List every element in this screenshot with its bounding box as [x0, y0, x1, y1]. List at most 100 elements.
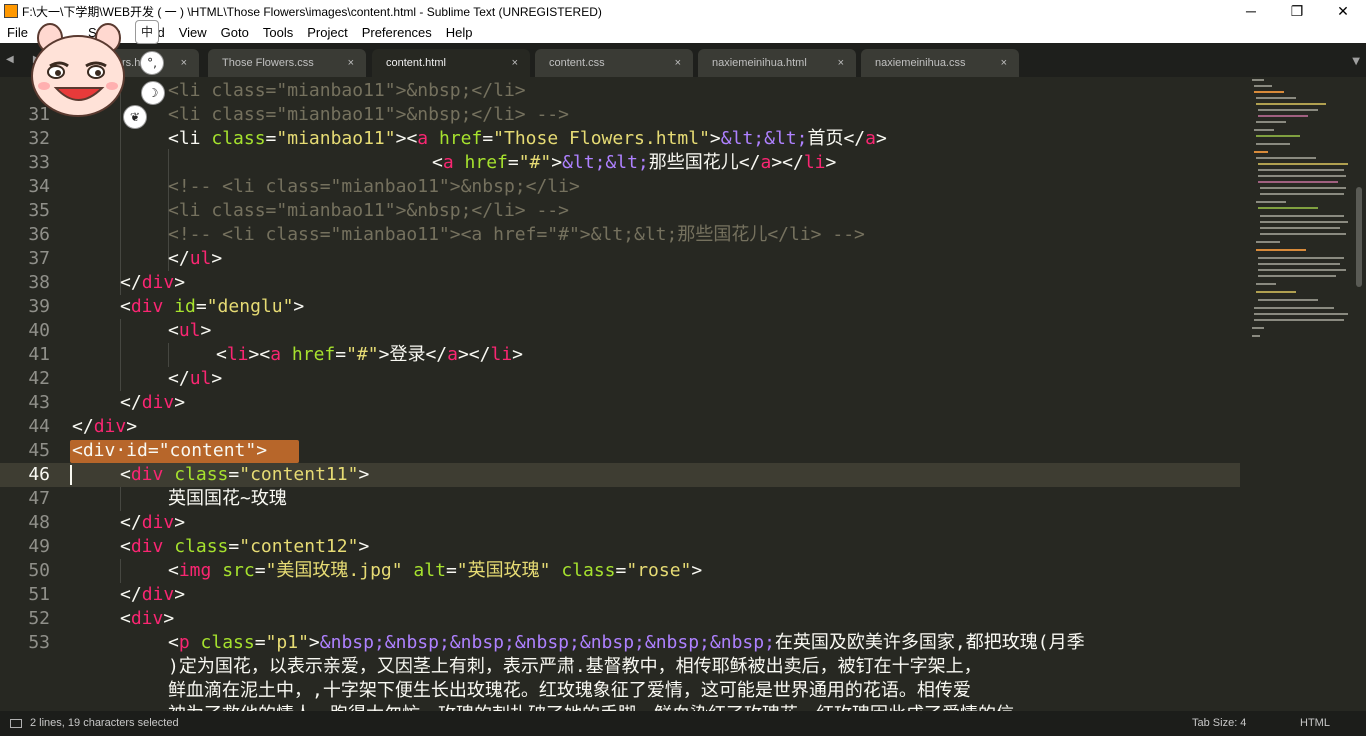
code-line: </div>: [120, 512, 186, 533]
code-line: </div>: [120, 392, 186, 413]
indent-guide: [120, 487, 121, 511]
tab-nav-left-icon[interactable]: ◀: [6, 54, 22, 65]
tab-size-indicator[interactable]: Tab Size: 4: [1192, 717, 1246, 729]
line-number: 43: [28, 392, 50, 413]
menu-tools[interactable]: Tools: [256, 25, 300, 40]
line-number: 35: [28, 200, 50, 221]
tab-those-flowers-css[interactable]: Those Flowers.css ×: [208, 49, 366, 77]
indent-guide: [168, 343, 169, 367]
tab-naxiemeinihua-css[interactable]: naxiemeinihua.css ×: [861, 49, 1019, 77]
code-line: <ul>: [168, 320, 212, 341]
line-number: 47: [28, 488, 50, 509]
code-line: <li><a href="#">登录</a></li>: [216, 344, 524, 365]
line-number: 44: [28, 416, 50, 437]
code-line: <div>: [120, 608, 175, 629]
line-number: 52: [28, 608, 50, 629]
tab-label: naxiemeinihua.css: [875, 57, 966, 69]
line-number: 51: [28, 584, 50, 605]
line-number-gutter: 3 31 32 33 34 35 36 37 38 39 40 41 42 43…: [0, 77, 56, 711]
line-number: 38: [28, 272, 50, 293]
code-line-wrapped: 鲜血滴在泥土中，,十字架下便生长出玫瑰花。红玫瑰象征了爱情，这可能是世界通用的花…: [168, 680, 971, 701]
menu-help[interactable]: Help: [439, 25, 480, 40]
tab-bar: ◀ ▶ rs.h × Those Flowers.css × content.h…: [0, 43, 1366, 77]
sublime-app-icon: [4, 4, 18, 18]
code-line-wrapped: )定为国花，以表示亲爱，又因茎上有刺，表示严肃.基督教中，相传耶稣被出卖后，被钉…: [168, 656, 982, 677]
tab-content-css[interactable]: content.css ×: [535, 49, 693, 77]
code-line: </div>: [120, 584, 186, 605]
line-number: 48: [28, 512, 50, 533]
line-number-current: 46: [28, 464, 50, 485]
indent-guide: [120, 559, 121, 583]
selection-status: 2 lines, 19 characters selected: [30, 717, 179, 729]
code-line: <li class="mianbao11">&nbsp;</li>: [168, 80, 526, 101]
code-line: <a href="#">&lt;&lt;那些国花儿</a></li>: [432, 152, 837, 173]
tab-close-icon[interactable]: ×: [1001, 49, 1007, 77]
menu-goto[interactable]: Goto: [214, 25, 256, 40]
code-line: <div class="content12">: [120, 536, 370, 557]
menu-bar: File Selec d View Goto Tools Project Pre…: [0, 22, 1366, 43]
code-line: <p class="p1">&nbsp;&nbsp;&nbsp;&nbsp;&n…: [168, 632, 1085, 653]
close-button[interactable]: ✕: [1320, 0, 1366, 22]
code-line-wrapped: 神为了救他的情人，跑得太匆忙，玫瑰的刺扎破了她的手脚，鲜血染红了玫瑰花，红玫瑰因…: [168, 703, 1014, 711]
tab-label: content.html: [386, 57, 446, 69]
line-number: 41: [28, 344, 50, 365]
code-line: </div>: [120, 272, 186, 293]
code-editor[interactable]: 3 31 32 33 34 35 36 37 38 39 40 41 42 43…: [0, 77, 1352, 711]
line-number: 33: [28, 152, 50, 173]
ime-mascot[interactable]: [28, 20, 132, 120]
ime-butterfly-icon[interactable]: ❦: [123, 105, 147, 129]
panel-toggle-icon[interactable]: [10, 719, 22, 728]
minimap[interactable]: [1248, 77, 1352, 711]
syntax-indicator[interactable]: HTML: [1300, 717, 1330, 729]
menu-preferences[interactable]: Preferences: [355, 25, 439, 40]
line-number: 40: [28, 320, 50, 341]
vertical-scrollbar[interactable]: [1352, 77, 1366, 711]
line-number: 45: [28, 440, 50, 461]
tab-close-icon[interactable]: ×: [181, 49, 187, 77]
window-title: F:\大一\下学期\WEB开发 ( 一 ) \HTML\Those Flower…: [22, 4, 602, 19]
code-line: <li class="mianbao11"><a href="Those Flo…: [168, 128, 887, 149]
code-line: <!-- <li class="mianbao11"><a href="#">&…: [168, 224, 865, 245]
scrollbar-thumb[interactable]: [1356, 187, 1362, 287]
tab-list-dropdown-icon[interactable]: ▼: [1352, 56, 1360, 67]
line-number: 34: [28, 176, 50, 197]
tab-content-html[interactable]: content.html ×: [372, 49, 530, 77]
line-number: 32: [28, 128, 50, 149]
line-number: 49: [28, 536, 50, 557]
code-line: </ul>: [168, 248, 223, 269]
minimap-preview: [1252, 79, 1348, 337]
menu-find[interactable]: d: [157, 25, 171, 40]
indent-guide: [120, 319, 121, 391]
tab-label: Those Flowers.css: [222, 57, 314, 69]
tab-close-icon[interactable]: ×: [512, 49, 518, 77]
code-line: </ul>: [168, 368, 223, 389]
line-number: 42: [28, 368, 50, 389]
line-number: 53: [28, 632, 50, 653]
status-bar: 2 lines, 19 characters selected Tab Size…: [0, 711, 1366, 736]
line-number: 39: [28, 296, 50, 317]
code-line: <li class="mianbao11">&nbsp;</li> -->: [168, 104, 569, 125]
title-bar: F:\大一\下学期\WEB开发 ( 一 ) \HTML\Those Flower…: [0, 0, 1366, 22]
ime-punctuation-toggle[interactable]: °,: [140, 51, 164, 75]
line-number: 50: [28, 560, 50, 581]
code-line: 英国国花~玫瑰: [168, 488, 287, 509]
menu-view[interactable]: View: [172, 25, 214, 40]
code-line-current: <div class="content11">: [120, 464, 370, 485]
line-number: 36: [28, 224, 50, 245]
minimize-button[interactable]: ─: [1228, 0, 1274, 22]
tab-close-icon[interactable]: ×: [838, 49, 844, 77]
code-line-selected: <div·id="content">: [72, 440, 268, 461]
tab-close-icon[interactable]: ×: [675, 49, 681, 77]
ime-moon-icon[interactable]: ☽: [141, 81, 165, 105]
maximize-button[interactable]: ❐: [1274, 0, 1320, 22]
tab-naxiemeinihua-html[interactable]: naxiemeinihua.html ×: [698, 49, 856, 77]
code-line: <img src="美国玫瑰.jpg" alt="英国玫瑰" class="ro…: [168, 560, 703, 581]
ime-language-toggle[interactable]: 中: [135, 20, 159, 44]
code-line: <li class="mianbao11">&nbsp;</li> -->: [168, 200, 569, 221]
menu-project[interactable]: Project: [300, 25, 354, 40]
code-line: <!-- <li class="mianbao11">&nbsp;</li>: [168, 176, 580, 197]
tab-close-icon[interactable]: ×: [348, 49, 354, 77]
text-cursor: [70, 465, 72, 485]
code-line: <div id="denglu">: [120, 296, 305, 317]
pig-mascot-icon: [31, 23, 125, 117]
